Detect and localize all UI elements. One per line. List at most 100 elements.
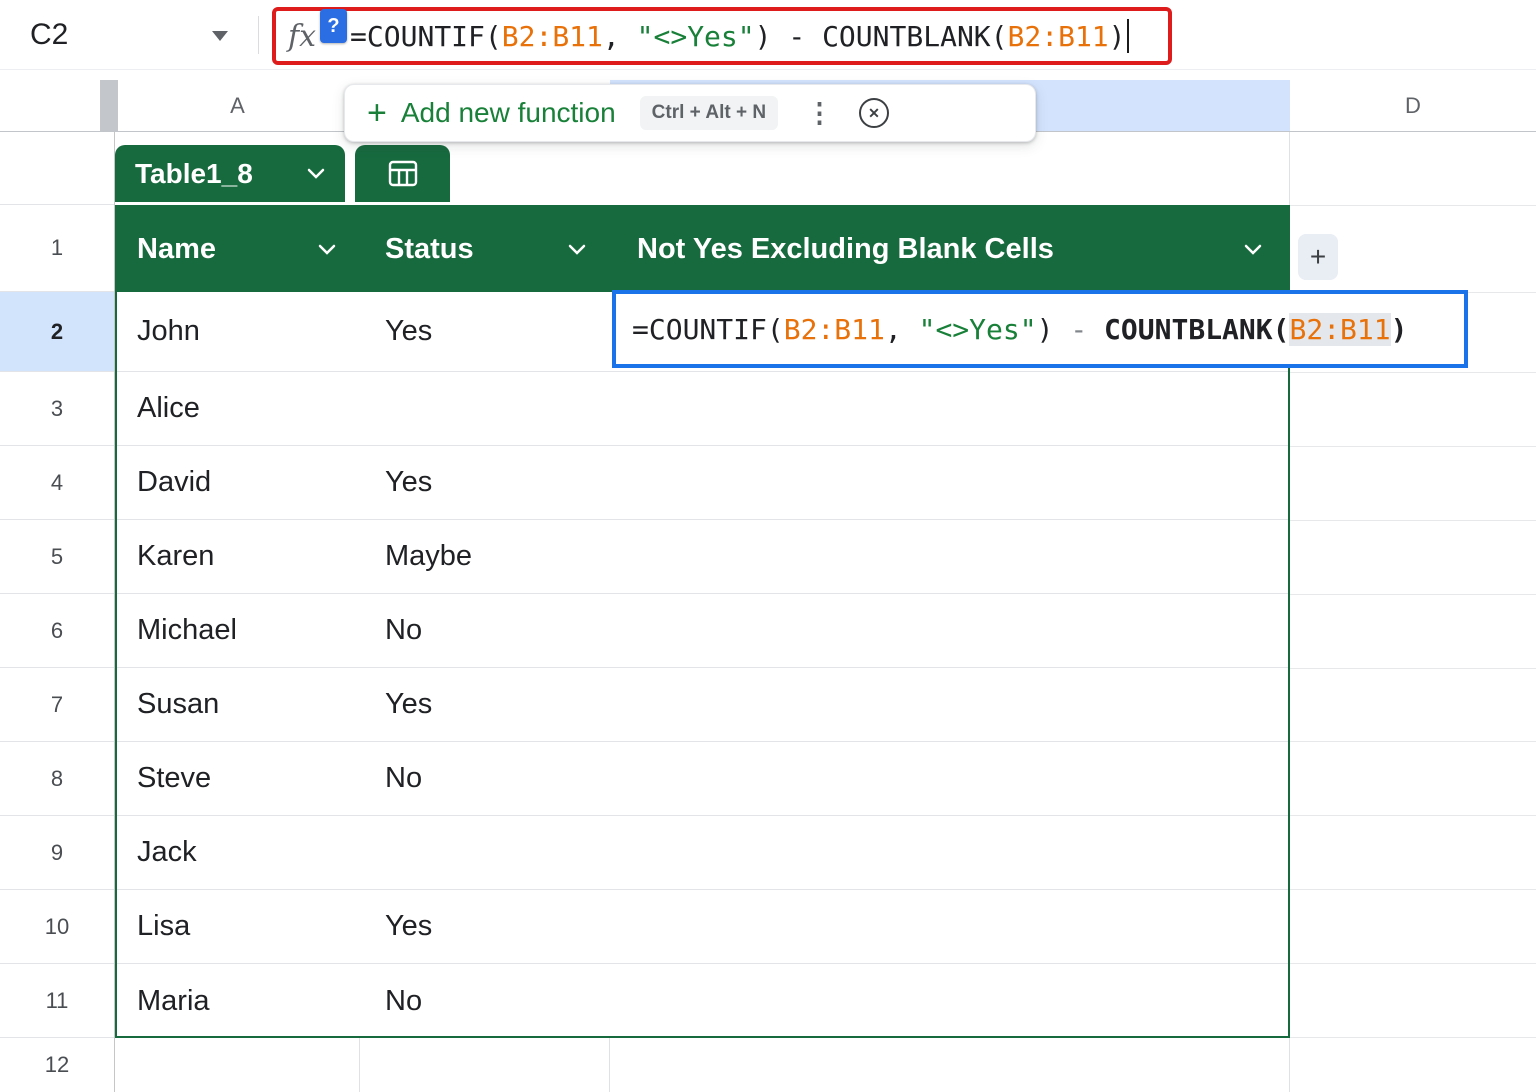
- row-header-12[interactable]: 12: [0, 1038, 114, 1092]
- cell-reference: C2: [30, 18, 69, 51]
- cell-a10-name[interactable]: Lisa: [117, 890, 362, 963]
- formula-token: "<>Yes": [636, 19, 755, 53]
- table-row-7: Susan Yes: [117, 668, 1288, 742]
- column-header-d[interactable]: D: [1290, 80, 1536, 131]
- fx-icon: fx: [288, 18, 317, 54]
- cell-b5-status[interactable]: Maybe: [362, 520, 612, 593]
- cell-c6[interactable]: [612, 594, 1288, 667]
- formula-token: COUNTBLANK(: [822, 19, 1008, 53]
- row-header-4[interactable]: 4: [0, 446, 114, 520]
- row-header-6[interactable]: 6: [0, 594, 114, 668]
- grid-cell-d[interactable]: [1290, 595, 1536, 669]
- formula-token: ,: [602, 19, 637, 53]
- grid-cell-d[interactable]: [1290, 1038, 1536, 1092]
- cell-a6-name[interactable]: Michael: [117, 594, 362, 667]
- gridline-vertical-bc: [609, 1038, 610, 1092]
- column-label-status: Status: [385, 233, 474, 265]
- formula-token: ): [1036, 312, 1071, 346]
- row-header-gap: [0, 132, 114, 205]
- cell-a9-name[interactable]: Jack: [117, 816, 362, 889]
- row-header-7[interactable]: 7: [0, 668, 114, 742]
- chevron-down-icon[interactable]: [307, 168, 325, 179]
- cell-c8[interactable]: [612, 742, 1288, 815]
- shortcut-badge: Ctrl + Alt + N: [639, 96, 779, 130]
- cell-b8-status[interactable]: No: [362, 742, 612, 815]
- cell-b3-status[interactable]: [362, 372, 612, 445]
- cell-formula-text: =COUNTIF(B2:B11, "<>Yes") - COUNTBLANK(B…: [632, 312, 1408, 346]
- cell-b7-status[interactable]: Yes: [362, 668, 612, 741]
- formula-token: B2:B11: [1007, 19, 1109, 53]
- formula-bar: C2 fx ? =COUNTIF(B2:B11, "<>Yes") - COUN…: [0, 0, 1536, 70]
- column-header-a[interactable]: A: [115, 80, 360, 131]
- cell-c4[interactable]: [612, 446, 1288, 519]
- cell-a11-name[interactable]: Maria: [117, 964, 362, 1036]
- formula-token: -: [788, 19, 823, 53]
- row-header-2[interactable]: 2: [0, 292, 114, 372]
- grid-cell-d[interactable]: [1290, 890, 1536, 965]
- grid-cell-d[interactable]: [1290, 447, 1536, 521]
- row-header-1[interactable]: 1: [0, 205, 114, 292]
- cell-a3-name[interactable]: Alice: [117, 372, 362, 445]
- row-header-5[interactable]: 5: [0, 520, 114, 594]
- grid-cell-d[interactable]: [1290, 964, 1536, 1039]
- table-column-header-status[interactable]: Status: [362, 207, 612, 292]
- table-icon: [388, 160, 417, 187]
- row-header-3[interactable]: 3: [0, 372, 114, 446]
- cell-c5[interactable]: [612, 520, 1288, 593]
- chevron-down-icon[interactable]: [318, 244, 336, 255]
- add-function-tooltip: + Add new function Ctrl + Alt + N ⋮ ✕: [344, 84, 1036, 142]
- row-header-11[interactable]: 11: [0, 964, 114, 1038]
- close-icon[interactable]: ✕: [859, 98, 890, 128]
- cell-a8-name[interactable]: Steve: [117, 742, 362, 815]
- cell-c3[interactable]: [612, 372, 1288, 445]
- table-column-header-notyes[interactable]: Not Yes Excluding Blank Cells: [612, 207, 1288, 292]
- cell-b4-status[interactable]: Yes: [362, 446, 612, 519]
- cell-b10-status[interactable]: Yes: [362, 890, 612, 963]
- add-column-button[interactable]: +: [1298, 234, 1338, 280]
- cell-b11-status[interactable]: No: [362, 964, 612, 1036]
- cell-a7-name[interactable]: Susan: [117, 668, 362, 741]
- table-name-pill[interactable]: Table1_8: [115, 145, 345, 202]
- name-box-dropdown-icon[interactable]: [212, 31, 228, 41]
- chevron-down-icon[interactable]: [568, 244, 586, 255]
- formula-token: B2:B11: [501, 19, 603, 53]
- cell-a5-name[interactable]: Karen: [117, 520, 362, 593]
- formula-token: B2:B11: [1289, 312, 1391, 346]
- formula-token: ): [1108, 19, 1126, 53]
- chevron-down-icon[interactable]: [1244, 244, 1262, 255]
- grid-cell-d[interactable]: [1290, 669, 1536, 743]
- cell-c9[interactable]: [612, 816, 1288, 889]
- grid-cell-d[interactable]: [1290, 742, 1536, 817]
- more-options-icon[interactable]: ⋮: [806, 98, 833, 129]
- row-header-10[interactable]: 10: [0, 890, 114, 964]
- column-letter-a: A: [230, 92, 245, 118]
- cell-a4-name[interactable]: David: [117, 446, 362, 519]
- column-label-name: Name: [137, 233, 216, 265]
- formula-input[interactable]: =COUNTIF(B2:B11, "<>Yes") - COUNTBLANK(B…: [350, 20, 1126, 53]
- table-row-9: Jack: [117, 816, 1288, 890]
- grid-cell-d[interactable]: [1290, 373, 1536, 447]
- formula-token: ): [1390, 312, 1408, 346]
- row-header-8[interactable]: 8: [0, 742, 114, 816]
- table-row-3: Alice: [117, 372, 1288, 446]
- cell-b6-status[interactable]: No: [362, 594, 612, 667]
- grid-cell-d[interactable]: [1290, 816, 1536, 891]
- grid-cell-d[interactable]: [1290, 521, 1536, 595]
- formula-help-badge[interactable]: ?: [320, 9, 347, 43]
- row-header-column: 1 2 3 4 5 6 7 8 9 10 11 12: [0, 132, 115, 1092]
- text-cursor: [1126, 19, 1129, 53]
- table-column-header-name[interactable]: Name: [117, 207, 362, 292]
- cell-b2-status[interactable]: Yes: [362, 292, 612, 371]
- table-row-8: Steve No: [117, 742, 1288, 816]
- cell-b9-status[interactable]: [362, 816, 612, 889]
- table-menu-pill[interactable]: [355, 145, 450, 202]
- cell-c11[interactable]: [612, 964, 1288, 1036]
- cell-a2-name[interactable]: John: [117, 292, 362, 371]
- cell-c7[interactable]: [612, 668, 1288, 741]
- formula-input-highlight: fx ? =COUNTIF(B2:B11, "<>Yes") - COUNTBL…: [272, 7, 1172, 65]
- add-function-label[interactable]: Add new function: [401, 97, 616, 129]
- row-header-9[interactable]: 9: [0, 816, 114, 890]
- cell-c10[interactable]: [612, 890, 1288, 963]
- formula-token: =COUNTIF(: [632, 312, 784, 346]
- cell-editor-c2[interactable]: =COUNTIF(B2:B11, "<>Yes") - COUNTBLANK(B…: [612, 290, 1468, 368]
